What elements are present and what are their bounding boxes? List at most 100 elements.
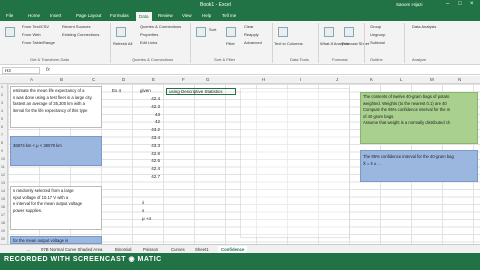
- row-header[interactable]: 16: [1, 205, 5, 209]
- column-header[interactable]: J: [336, 77, 338, 82]
- row-header[interactable]: 7: [1, 133, 3, 137]
- column-header[interactable]: A: [30, 77, 33, 82]
- mean-life-textbox[interactable]: estimate the mean life expectancy of a s…: [10, 86, 102, 128]
- advanced-button[interactable]: Advanced: [244, 40, 262, 45]
- row-header[interactable]: 2: [1, 93, 3, 97]
- tab-data[interactable]: Data: [136, 12, 152, 21]
- row-header[interactable]: 3: [1, 101, 3, 105]
- data-analysis-button[interactable]: Data Analysis: [412, 24, 436, 29]
- existing-connections-button[interactable]: Existing Connections: [62, 32, 99, 37]
- value-cell[interactable]: 42.3: [146, 104, 160, 112]
- from-web-button[interactable]: From Web: [22, 32, 41, 37]
- column-header[interactable]: G: [206, 77, 210, 82]
- forecast-sheet-icon[interactable]: [344, 27, 354, 37]
- sheet-tab[interactable]: Binomial: [112, 246, 134, 253]
- row-header[interactable]: 8: [1, 141, 3, 145]
- fx-icon[interactable]: fx: [46, 67, 50, 73]
- column-header[interactable]: D: [122, 77, 125, 82]
- tab-review[interactable]: Review: [158, 13, 173, 18]
- column-header[interactable]: K: [370, 77, 373, 82]
- tab-view[interactable]: View: [182, 13, 192, 18]
- value-cell[interactable]: 43.4: [146, 135, 160, 143]
- row-header[interactable]: 15: [1, 197, 5, 201]
- row-header[interactable]: 12: [1, 173, 5, 177]
- sort-button[interactable]: Sort: [209, 27, 216, 32]
- ungroup-button[interactable]: Ungroup: [370, 32, 385, 37]
- what-if-icon[interactable]: [324, 27, 334, 37]
- row-header[interactable]: 18: [1, 221, 5, 225]
- text-to-columns-button[interactable]: Text to Columns: [274, 41, 303, 46]
- from-text-csv-button[interactable]: From Text/CSV: [22, 24, 49, 29]
- tab-tell-me[interactable]: Tell me: [222, 13, 236, 18]
- formula-result-textbox[interactable]: 36874 km < μ < 38079 km: [10, 136, 102, 166]
- column-header[interactable]: C: [92, 77, 95, 82]
- subtotal-button[interactable]: Subtotal: [370, 40, 385, 45]
- sheet-tab[interactable]: Curves: [168, 246, 188, 253]
- properties-button[interactable]: Properties: [140, 32, 158, 37]
- row-header[interactable]: 6: [1, 125, 3, 129]
- from-table-range-button[interactable]: From Table/Range: [22, 40, 55, 45]
- row-header[interactable]: 14: [1, 189, 5, 193]
- user-name[interactable]: Sanom Hijazi: [396, 2, 423, 7]
- reapply-button[interactable]: Reapply: [244, 32, 259, 37]
- filter-icon[interactable]: [226, 27, 236, 37]
- value-cell[interactable]: 42.6: [146, 158, 160, 166]
- column-header[interactable]: I: [300, 77, 301, 82]
- forecast-sheet-button[interactable]: Forecast Sheet: [342, 41, 369, 46]
- cell-mu[interactable]: μ +4: [142, 216, 151, 221]
- tab-formulas[interactable]: Formulas: [110, 13, 129, 18]
- minimize-icon[interactable]: –: [446, 1, 449, 7]
- column-header[interactable]: N: [458, 77, 461, 82]
- voltage-textbox[interactable]: s randomly selected from a large nput vo…: [10, 186, 102, 230]
- get-data-icon[interactable]: [5, 27, 15, 37]
- column-header[interactable]: M: [430, 77, 434, 82]
- name-box[interactable]: H3: [2, 67, 40, 74]
- row-header[interactable]: 9: [1, 149, 3, 153]
- value-cell[interactable]: 43.3: [146, 143, 160, 151]
- row-header[interactable]: 4: [1, 109, 3, 113]
- sort-icon[interactable]: [196, 27, 206, 37]
- cell-ex4[interactable]: Ex 4: [112, 88, 121, 93]
- sheet-tab[interactable]: Sheet1: [192, 246, 212, 253]
- column-header[interactable]: H: [262, 77, 265, 82]
- value-cell[interactable]: 42.7: [146, 174, 160, 182]
- value-cell[interactable]: 42: [146, 119, 160, 127]
- refresh-all-icon[interactable]: [116, 27, 126, 37]
- column-header[interactable]: B: [60, 77, 63, 82]
- recent-sources-button[interactable]: Recent Sources: [62, 24, 90, 29]
- text-to-columns-icon[interactable]: [278, 27, 288, 37]
- cell-xbar[interactable]: ẋ: [142, 200, 144, 205]
- queries-connections-button[interactable]: Queries & Connections: [140, 24, 181, 29]
- tab-file[interactable]: File: [6, 13, 13, 18]
- tab-help[interactable]: Help: [202, 13, 211, 18]
- group-button[interactable]: Group: [370, 24, 381, 29]
- sheet-tab-overflow[interactable]: ...: [24, 246, 34, 253]
- column-header[interactable]: E: [152, 77, 155, 82]
- close-icon[interactable]: ×: [470, 1, 474, 7]
- cell-given[interactable]: given: [140, 88, 151, 93]
- value-cell[interactable]: 42.4: [146, 166, 160, 174]
- clear-button[interactable]: Clear: [244, 24, 254, 29]
- edit-links-button[interactable]: Edit Links: [140, 40, 157, 45]
- maximize-icon[interactable]: □: [458, 1, 462, 7]
- sheet-tab[interactable]: Poisson: [140, 246, 161, 253]
- row-header[interactable]: 17: [1, 213, 5, 217]
- cell-s[interactable]: s: [142, 208, 144, 213]
- interval-result-textbox[interactable]: The 95% confidence interval for the 40-g…: [360, 150, 478, 182]
- mean-output-textbox[interactable]: for the mean output voltage is: [10, 236, 102, 244]
- row-header[interactable]: 10: [1, 157, 5, 161]
- refresh-all-button[interactable]: Refresh All: [113, 41, 132, 46]
- tab-insert[interactable]: Insert: [50, 13, 61, 18]
- tab-home[interactable]: Home: [28, 13, 40, 18]
- row-header[interactable]: 1: [1, 85, 3, 89]
- column-header[interactable]: F: [182, 77, 185, 82]
- value-cell[interactable]: 43.2: [146, 127, 160, 135]
- filter-button[interactable]: Filter: [226, 41, 235, 46]
- sheet-tab[interactable]: 07B Normal Curve Shaded Area: [38, 246, 105, 253]
- column-header[interactable]: L: [400, 77, 403, 82]
- value-cell[interactable]: 42.8: [146, 151, 160, 159]
- value-cell[interactable]: 43: [146, 112, 160, 120]
- row-header[interactable]: 13: [1, 181, 5, 185]
- row-header[interactable]: 20: [1, 237, 5, 241]
- value-cell[interactable]: 42.4: [146, 96, 160, 104]
